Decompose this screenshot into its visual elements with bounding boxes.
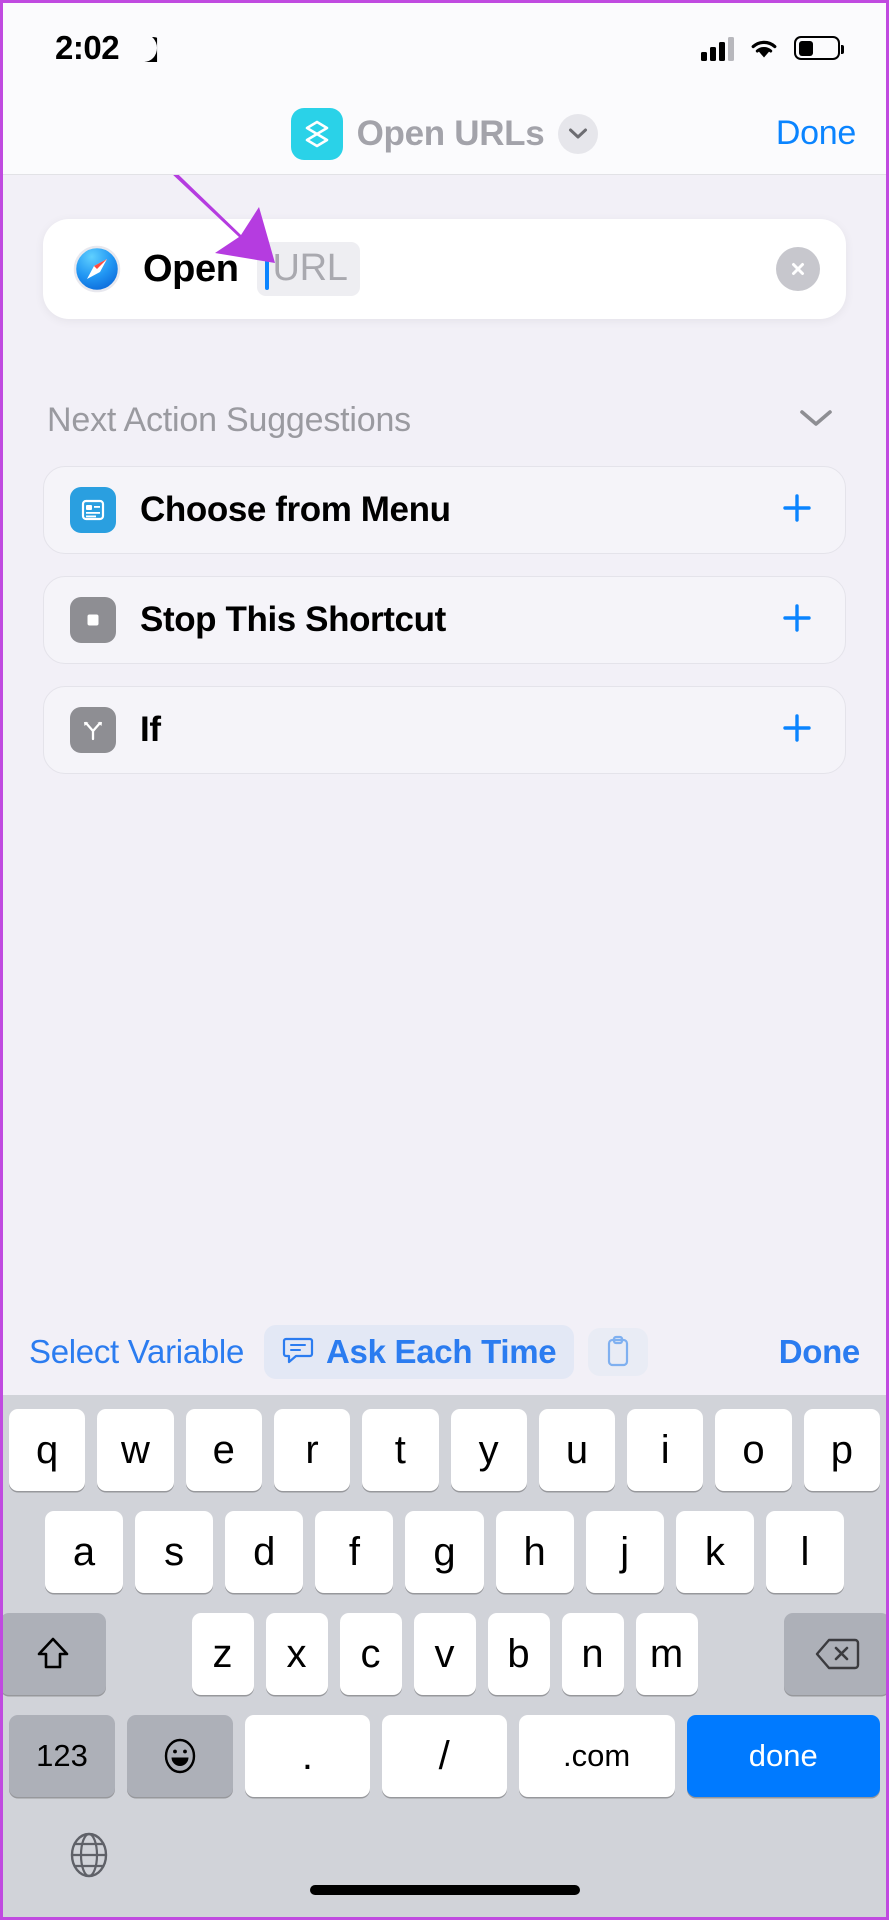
stop-square-icon [70,597,116,643]
key-u[interactable]: u [538,1409,616,1491]
clipboard-icon[interactable] [588,1328,649,1376]
key-r[interactable]: r [273,1409,351,1491]
key-h[interactable]: h [495,1511,574,1593]
key-x[interactable]: x [265,1613,328,1695]
on-screen-keyboard: q w e r t y u i o p a s d f g h j k l z … [3,1395,886,1917]
nav-title-group[interactable]: Open URLs [3,93,886,174]
emoji-smiley-icon[interactable] [127,1715,233,1797]
keyboard-row-2: a s d f g h j k l [9,1511,880,1593]
shift-up-arrow-icon[interactable] [3,1613,106,1695]
chevron-down-icon[interactable] [558,113,599,154]
key-y[interactable]: y [450,1409,527,1491]
key-d[interactable]: d [225,1511,304,1593]
ask-each-time-button[interactable]: Ask Each Time [264,1325,575,1379]
key-numbers[interactable]: 123 [9,1715,115,1797]
key-j[interactable]: j [585,1511,664,1593]
action-verb-label: Open [143,247,239,290]
key-w[interactable]: w [97,1409,174,1491]
plus-icon[interactable] [779,487,815,533]
cellular-signal-icon [701,36,734,61]
status-bar: 2:02 [3,3,886,93]
key-l[interactable]: l [765,1511,844,1593]
select-variable-button[interactable]: Select Variable [23,1327,250,1377]
accessory-done-button[interactable]: Done [779,1333,861,1371]
status-time: 2:02 [55,29,120,66]
suggestion-label: Choose from Menu [140,490,451,529]
shortcut-editor-content: Open URL Next Action Suggestions Choose … [3,175,886,1309]
action-card-open-url[interactable]: Open URL [43,219,846,319]
key-done[interactable]: done [686,1715,880,1797]
crescent-moon-icon [131,34,157,62]
key-s[interactable]: s [135,1511,214,1593]
home-indicator [309,1885,580,1895]
keyboard-bottom-row [9,1817,880,1917]
status-bar-right [701,36,844,61]
shortcuts-icon [290,107,343,160]
battery-icon [794,36,844,60]
key-b[interactable]: b [487,1613,550,1695]
key-i[interactable]: i [627,1409,704,1491]
suggestion-list: Choose from Menu Stop This Shortcut If [3,466,886,774]
key-t[interactable]: t [362,1409,439,1491]
close-circle-icon[interactable] [776,247,820,291]
key-f[interactable]: f [315,1511,394,1593]
row3-right-spacer [710,1613,772,1695]
keyboard-row-1: q w e r t y u i o p [9,1409,880,1491]
key-p[interactable]: p [803,1409,880,1491]
url-placeholder: URL [272,246,348,289]
suggestion-label: If [140,710,161,749]
menu-list-icon [70,487,116,533]
url-input-field[interactable]: URL [256,242,360,296]
key-g[interactable]: g [405,1511,484,1593]
key-z[interactable]: z [191,1613,254,1695]
nav-done-button[interactable]: Done [776,114,856,153]
key-n[interactable]: n [561,1613,624,1695]
chevron-down-icon[interactable] [798,407,834,434]
next-action-suggestions-header[interactable]: Next Action Suggestions [3,401,886,440]
safari-compass-icon [73,245,121,293]
key-period[interactable]: . [245,1715,370,1797]
status-bar-left: 2:02 [55,29,157,67]
text-caret [264,246,269,290]
suggestion-row-stop-this-shortcut[interactable]: Stop This Shortcut [43,576,846,664]
delete-backspace-icon[interactable] [783,1613,886,1695]
phone-screen: 2:02 Open URLs Done Open URL Next Action… [0,0,889,1920]
key-a[interactable]: a [45,1511,124,1593]
key-c[interactable]: c [339,1613,402,1695]
keyboard-row-3: z x c v b n m [3,1613,886,1695]
globe-icon[interactable] [61,1827,117,1888]
key-e[interactable]: e [185,1409,262,1491]
suggestion-label: Stop This Shortcut [140,600,446,639]
branch-icon [70,707,116,753]
keyboard-row-4: 123 . / .com done [9,1715,880,1797]
keyboard-accessory-bar: Select Variable Ask Each Time Done [3,1309,886,1395]
row3-left-spacer [118,1613,180,1695]
wifi-icon [748,36,780,60]
key-slash[interactable]: / [381,1715,507,1797]
key-q[interactable]: q [9,1409,86,1491]
section-title: Next Action Suggestions [47,401,411,439]
navigation-bar: Open URLs Done [3,93,886,175]
suggestion-row-if[interactable]: If [43,686,846,774]
page-title: Open URLs [356,113,545,153]
plus-icon[interactable] [779,597,815,643]
key-v[interactable]: v [413,1613,476,1695]
key-o[interactable]: o [715,1409,792,1491]
speech-bubble-icon [282,1335,314,1370]
plus-icon[interactable] [779,707,815,753]
ask-each-time-label: Ask Each Time [326,1333,557,1370]
key-dotcom[interactable]: .com [518,1715,675,1797]
key-k[interactable]: k [675,1511,754,1593]
key-m[interactable]: m [635,1613,698,1695]
suggestion-row-choose-from-menu[interactable]: Choose from Menu [43,466,846,554]
